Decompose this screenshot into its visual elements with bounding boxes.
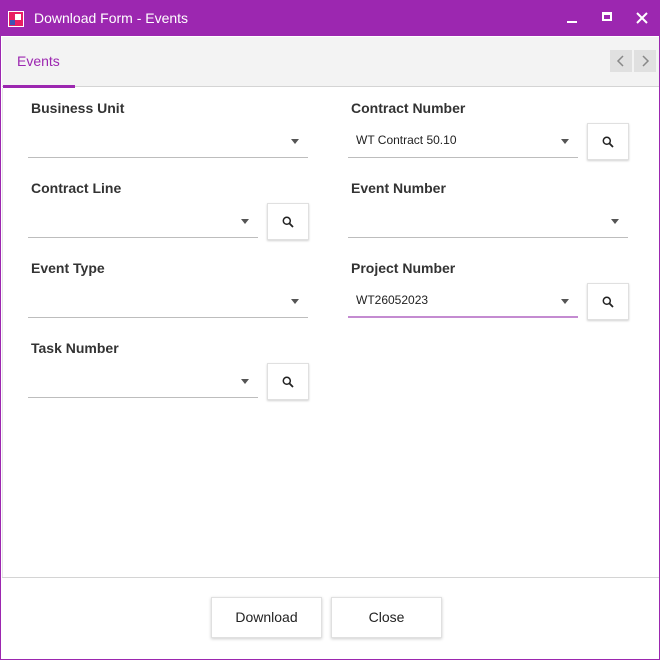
event-type-select[interactable] (28, 284, 308, 318)
contract-number-label: Contract Number (351, 100, 466, 116)
search-icon (282, 216, 294, 228)
contract-number-select[interactable]: WT Contract 50.10 (348, 124, 578, 158)
contract-number-value: WT Contract 50.10 (356, 133, 457, 147)
contract-line-search-button[interactable] (267, 203, 309, 240)
tab-scroll-right-button[interactable] (634, 50, 656, 72)
event-type-label: Event Type (31, 260, 105, 276)
search-icon (282, 376, 294, 388)
download-form-window: Download Form - Events Events Business U… (0, 0, 660, 660)
task-number-search-button[interactable] (267, 363, 309, 400)
tab-label: Events (17, 53, 60, 69)
tab-events[interactable]: Events (3, 37, 75, 88)
project-number-search-button[interactable] (587, 283, 629, 320)
search-icon (602, 136, 614, 148)
project-number-label: Project Number (351, 260, 456, 276)
business-unit-label: Business Unit (31, 100, 125, 116)
minimize-icon (567, 21, 577, 23)
contract-line-label: Contract Line (31, 180, 122, 196)
contract-line-select[interactable] (28, 204, 258, 238)
chevron-down-icon (241, 219, 249, 224)
chevron-down-icon (561, 299, 569, 304)
chevron-down-icon (611, 219, 619, 224)
search-icon (602, 296, 614, 308)
close-button[interactable]: Close (331, 597, 442, 638)
event-number-select[interactable] (348, 204, 628, 238)
maximize-icon (602, 12, 612, 21)
maximize-button[interactable] (595, 7, 619, 29)
app-icon (8, 11, 24, 27)
chevron-down-icon (241, 379, 249, 384)
chevron-down-icon (291, 139, 299, 144)
tab-bar: Events (2, 37, 659, 88)
task-number-select[interactable] (28, 364, 258, 398)
close-icon (636, 12, 648, 24)
chevron-down-icon (561, 139, 569, 144)
task-number-label: Task Number (31, 340, 119, 356)
close-window-button[interactable] (630, 7, 654, 29)
window-title: Download Form - Events (34, 10, 189, 26)
contract-number-search-button[interactable] (587, 123, 629, 160)
title-bar[interactable]: Download Form - Events (1, 1, 659, 36)
chevron-down-icon (291, 299, 299, 304)
project-number-select[interactable]: WT26052023 (348, 284, 578, 318)
business-unit-select[interactable] (28, 124, 308, 158)
download-button[interactable]: Download (211, 597, 322, 638)
event-number-label: Event Number (351, 180, 446, 196)
tab-scroll-left-button[interactable] (610, 50, 632, 72)
chevron-right-icon (642, 55, 650, 67)
form-content: Business Unit Contract Number WT Contrac… (2, 88, 659, 577)
dialog-footer: Download Close (2, 577, 659, 659)
project-number-value: WT26052023 (356, 293, 429, 307)
chevron-left-icon (616, 55, 624, 67)
minimize-button[interactable] (560, 7, 584, 29)
